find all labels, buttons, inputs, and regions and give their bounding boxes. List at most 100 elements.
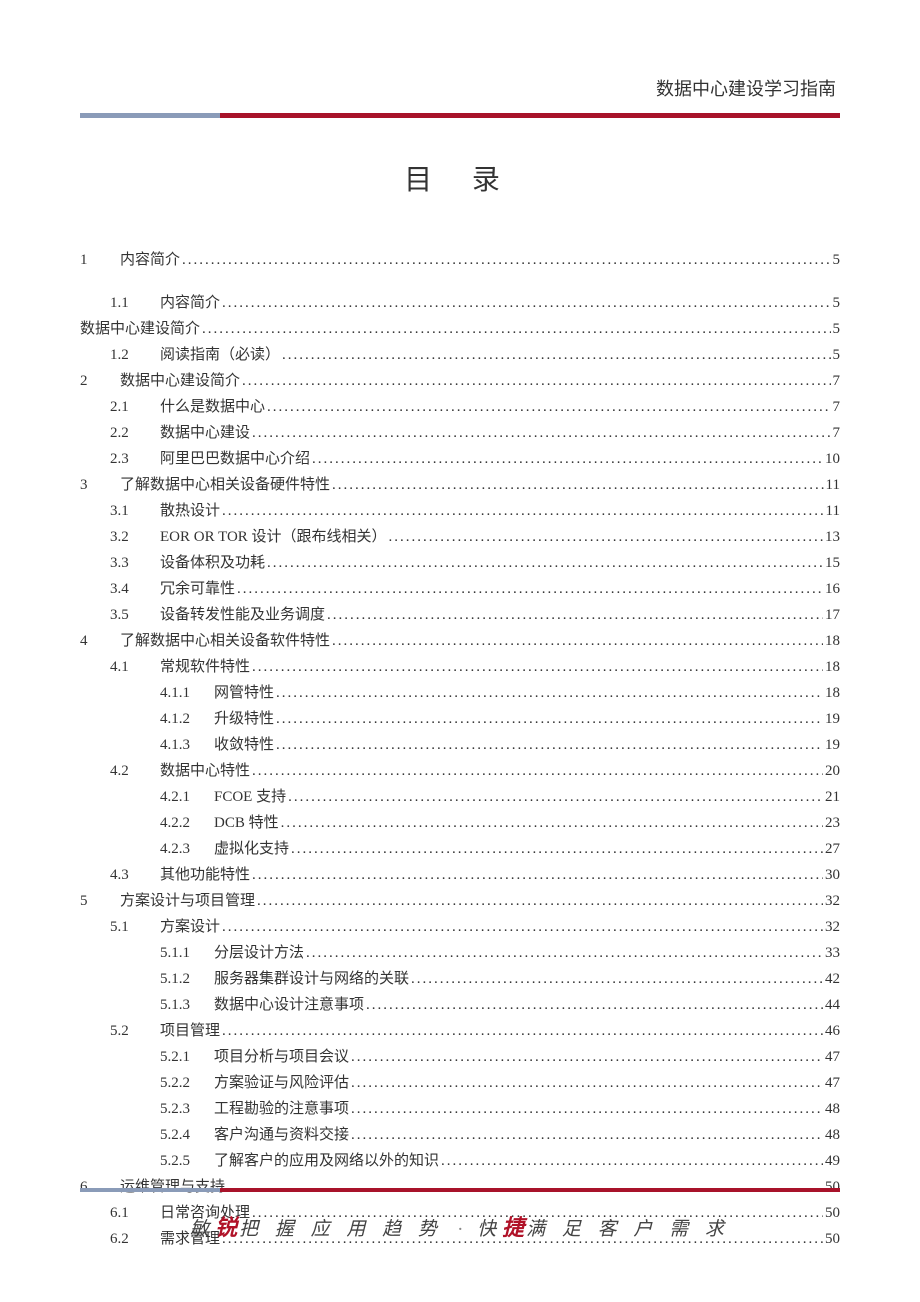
toc-entry-title: FCOE 支持 <box>214 790 286 805</box>
toc-entry: 数据中心建设简介 5 <box>80 322 840 337</box>
footer-divider <box>80 1188 840 1192</box>
toc-entry-page: 23 <box>825 816 840 831</box>
toc-entry: 4.1常规软件特性18 <box>80 660 840 675</box>
toc-leader-dots <box>182 253 830 268</box>
toc-entry: 4.2数据中心特性20 <box>80 764 840 779</box>
toc-entry: 4.2.2DCB 特性23 <box>80 816 840 831</box>
toc-entry-title: 了解数据中心相关设备硬件特性 <box>120 478 330 493</box>
toc-entry-title: 其他功能特性 <box>160 868 250 883</box>
toc-entry-page: 16 <box>825 582 840 597</box>
toc-entry-number: 5.2 <box>110 1024 160 1039</box>
toc-entry-title: 阿里巴巴数据中心介绍 <box>160 452 310 467</box>
toc-entry-page: 5 <box>833 348 841 363</box>
toc-leader-dots <box>366 998 823 1013</box>
toc-entry-title: 内容简介 <box>160 296 220 311</box>
toc-entry-title: 数据中心设计注意事项 <box>214 998 364 1013</box>
toc-entry-title: DCB 特性 <box>214 816 279 831</box>
toc-leader-dots <box>389 530 823 545</box>
toc-leader-dots <box>288 790 823 805</box>
toc-entry: 5.1方案设计32 <box>80 920 840 935</box>
toc-leader-dots <box>291 842 823 857</box>
toc-leader-dots <box>222 296 830 311</box>
toc-entry-number: 4.2 <box>110 764 160 779</box>
toc-entry-title: 了解客户的应用及网络以外的知识 <box>214 1154 439 1169</box>
toc-entry-page: 47 <box>825 1076 840 1091</box>
toc-entry-title: 冗余可靠性 <box>160 582 235 597</box>
toc-entry: 4了解数据中心相关设备软件特性18 <box>80 634 840 649</box>
toc-leader-dots <box>222 504 824 519</box>
toc-entry: 2.1什么是数据中心7 <box>80 400 840 415</box>
toc-heading: 目 录 <box>80 158 840 198</box>
toc-entry: 5方案设计与项目管理32 <box>80 894 840 909</box>
toc-entry-number: 4.1.2 <box>160 712 214 727</box>
toc-entry-number: 5.1.3 <box>160 998 214 1013</box>
toc-leader-dots <box>327 608 823 623</box>
toc-entry-page: 47 <box>825 1050 840 1065</box>
toc-entry-number: 3.2 <box>110 530 160 545</box>
toc-leader-dots <box>351 1102 823 1117</box>
toc-entry: 5.2.3工程勘验的注意事项48 <box>80 1102 840 1117</box>
toc-entry: 5.2.4客户沟通与资料交接48 <box>80 1128 840 1143</box>
toc-entry-number: 1.2 <box>110 348 160 363</box>
toc-entry-title: 数据中心建设简介 <box>80 322 200 337</box>
toc-entry: 1.1内容简介5 <box>80 296 840 311</box>
toc-entry-page: 33 <box>825 946 840 961</box>
toc-entry: 5.2.5了解客户的应用及网络以外的知识49 <box>80 1154 840 1169</box>
toc-leader-dots <box>332 634 823 649</box>
toc-entry-page: 7 <box>833 400 841 415</box>
toc-entry: 5.1.2服务器集群设计与网络的关联42 <box>80 972 840 987</box>
toc-entry-page: 20 <box>825 764 840 779</box>
toc-leader-dots <box>351 1128 823 1143</box>
toc-entry: 5.1.3数据中心设计注意事项 44 <box>80 998 840 1013</box>
toc-entry-page: 27 <box>825 842 840 857</box>
toc-entry-page: 48 <box>825 1102 840 1117</box>
toc-entry-title: 服务器集群设计与网络的关联 <box>214 972 409 987</box>
toc-entry-page: 17 <box>825 608 840 623</box>
toc-entry-title: 设备转发性能及业务调度 <box>160 608 325 623</box>
toc-entry-title: 工程勘验的注意事项 <box>214 1102 349 1117</box>
toc-entry-title: 什么是数据中心 <box>160 400 265 415</box>
toc-entry: 3.2EOR OR TOR 设计（跟布线相关）13 <box>80 530 840 545</box>
toc-entry-number: 1 <box>80 253 120 268</box>
toc-entry: 3.1散热设计11 <box>80 504 840 519</box>
toc-entry-title: 了解数据中心相关设备软件特性 <box>120 634 330 649</box>
toc-entry: 4.1.3收敛特性19 <box>80 738 840 753</box>
toc-entry: 5.2.2方案验证与风险评估47 <box>80 1076 840 1091</box>
toc-entry: 1.2阅读指南（必读） 5 <box>80 348 840 363</box>
toc-entry-page: 5 <box>833 322 841 337</box>
toc-leader-dots <box>202 322 830 337</box>
toc-entry-page: 42 <box>825 972 840 987</box>
toc-leader-dots <box>332 478 824 493</box>
toc-entry-page: 30 <box>825 868 840 883</box>
toc-entry-page: 44 <box>825 998 840 1013</box>
toc-entry: 5.2.1项目分析与项目会议47 <box>80 1050 840 1065</box>
toc-leader-dots <box>281 816 823 831</box>
toc-entry-title: 内容简介 <box>120 253 180 268</box>
toc-entry-page: 48 <box>825 1128 840 1143</box>
toc-entry-title: 项目管理 <box>160 1024 220 1039</box>
toc-entry-number: 4.1 <box>110 660 160 675</box>
toc-entry: 4.2.1FCOE 支持 21 <box>80 790 840 805</box>
toc-leader-dots <box>252 868 823 883</box>
toc-entry-title: 设备体积及功耗 <box>160 556 265 571</box>
toc-entry-number: 5.2.1 <box>160 1050 214 1065</box>
toc-entry-title: 阅读指南（必读） <box>160 348 280 363</box>
toc-leader-dots <box>257 894 823 909</box>
toc-entry-page: 18 <box>825 660 840 675</box>
toc-entry: 5.2项目管理46 <box>80 1024 840 1039</box>
footer-slogan: 敏锐把 握 应 用 趋 势 · 快捷满 足 客 户 需 求 <box>80 1210 840 1242</box>
toc-leader-dots <box>351 1050 823 1065</box>
toc-entry: 4.3其他功能特性30 <box>80 868 840 883</box>
toc-entry-number: 4.1.1 <box>160 686 214 701</box>
toc-entry-number: 3.3 <box>110 556 160 571</box>
toc-leader-dots <box>267 556 823 571</box>
toc-leader-dots <box>276 686 823 701</box>
toc-entry-page: 19 <box>825 738 840 753</box>
toc-entry-page: 21 <box>825 790 840 805</box>
toc-entry-title: 收敛特性 <box>214 738 274 753</box>
toc-entry: 4.1.1网管特性18 <box>80 686 840 701</box>
toc-entry-page: 11 <box>826 478 840 493</box>
toc-entry-number: 4.2.1 <box>160 790 214 805</box>
toc-entry-page: 18 <box>825 686 840 701</box>
toc-entry-number: 4.2.3 <box>160 842 214 857</box>
